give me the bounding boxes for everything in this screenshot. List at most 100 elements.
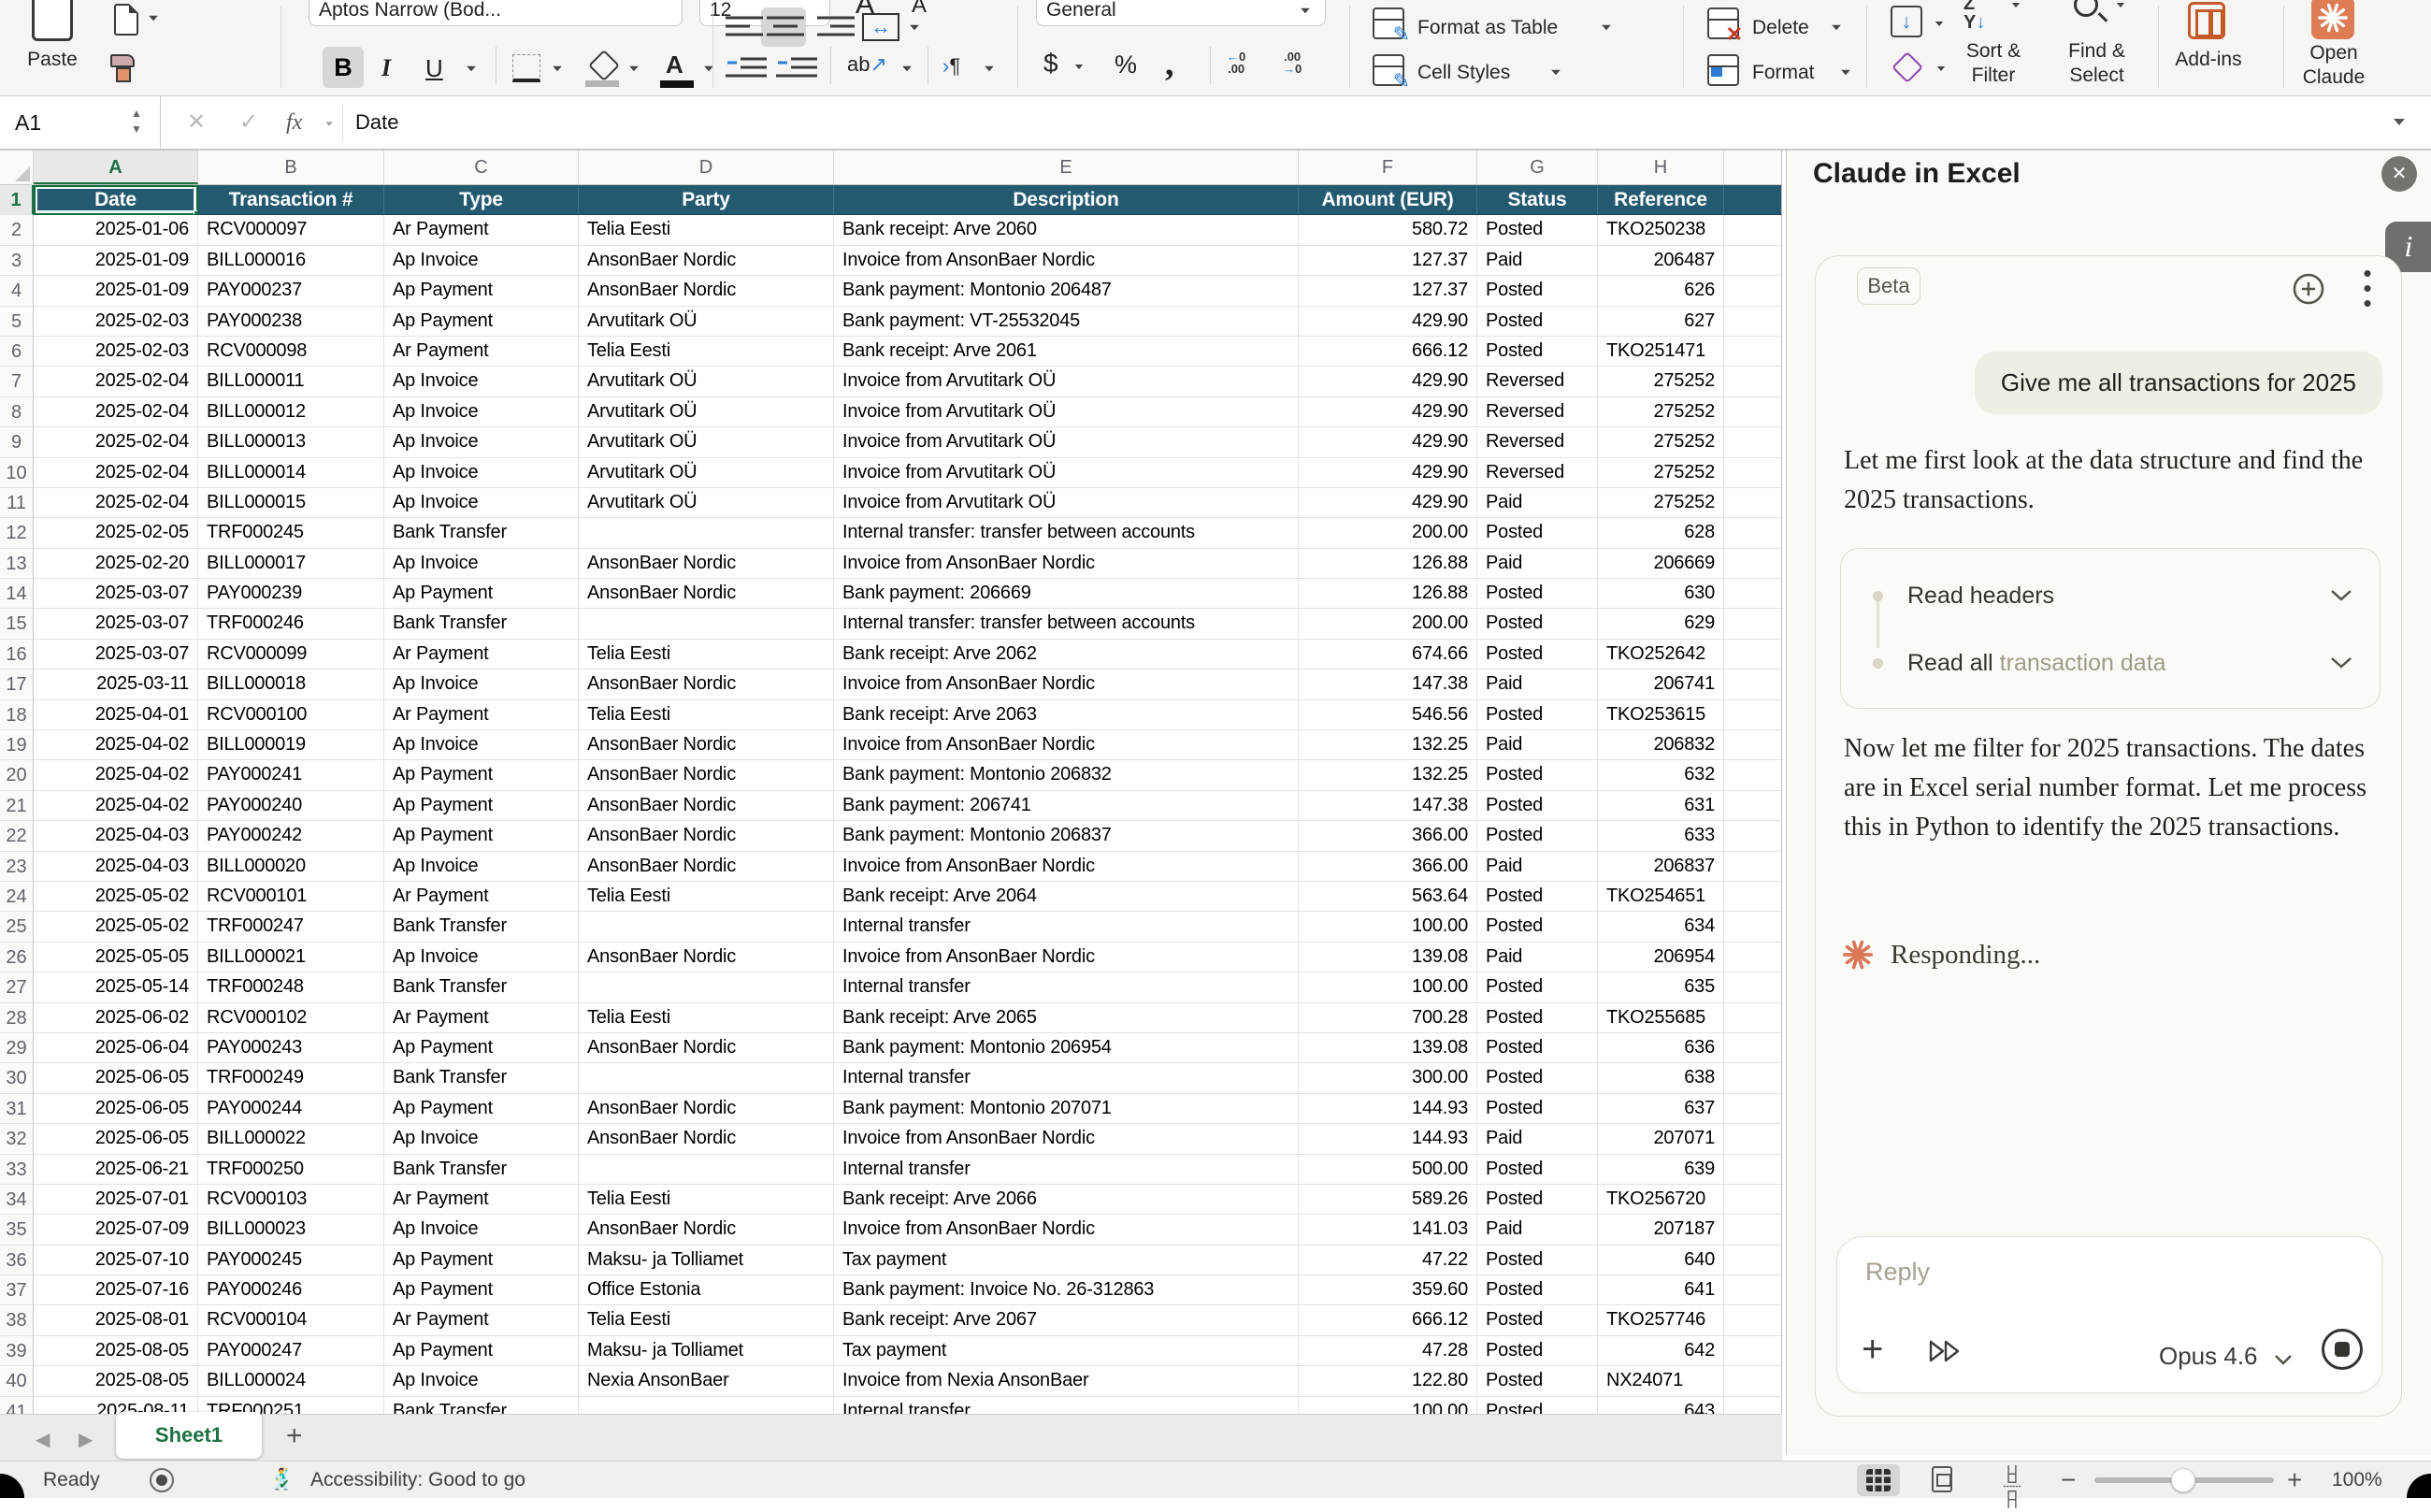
cell-H21[interactable]: 631 [1598,791,1724,821]
cell-B25[interactable]: TRF000247 [198,912,384,942]
cell-G33[interactable]: Posted [1477,1155,1598,1185]
tool-step-2[interactable]: Read all transaction data [1841,637,2380,689]
cell-E16[interactable]: Bank receipt: Arve 2062 [834,640,1299,670]
cell-F5[interactable]: 429.90 [1299,307,1477,337]
cell-E5[interactable]: Bank payment: VT-25532045 [834,307,1299,337]
add-ins-button[interactable]: Add-ins [2162,49,2255,71]
cell-D15[interactable] [579,609,834,639]
align-right-icon[interactable] [817,15,855,41]
cell-B26[interactable]: BILL000021 [198,943,384,972]
cell-D17[interactable]: AnsonBaer Nordic [579,670,834,699]
cell-F33[interactable]: 500.00 [1299,1155,1477,1185]
text-direction-dropdown-icon[interactable] [985,66,994,72]
sort-filter-button[interactable]: Sort & Filter [1947,39,2040,88]
cell-D36[interactable]: Maksu- ja Tolliamet [579,1246,834,1275]
cell-B11[interactable]: BILL000015 [198,488,384,518]
cell-F29[interactable]: 139.08 [1299,1033,1477,1063]
cell-E23[interactable]: Invoice from AnsonBaer Nordic [834,852,1299,882]
underline-button[interactable]: U [425,54,443,83]
cell-B36[interactable]: PAY000245 [198,1246,384,1275]
cell-H34[interactable]: TKO256720 [1598,1185,1724,1215]
cell-empty[interactable] [1724,215,1782,245]
fill-color-dropdown-icon[interactable] [629,66,639,72]
cell-B5[interactable]: PAY000238 [198,307,384,337]
cell-B19[interactable]: BILL000019 [198,730,384,760]
macro-record-icon[interactable] [150,1468,174,1492]
cell-E20[interactable]: Bank payment: Montonio 206832 [834,760,1299,790]
cell-empty[interactable] [1724,1336,1782,1366]
cell-C8[interactable]: Ap Invoice [384,397,579,427]
cell-A35[interactable]: 2025-07-09 [34,1215,198,1245]
row-header-29[interactable]: 29 [0,1033,34,1063]
cell-A13[interactable]: 2025-02-20 [34,549,198,579]
cell-H19[interactable]: 206832 [1598,730,1724,760]
chevron-down-icon[interactable] [2329,588,2353,603]
fast-forward-icon[interactable] [1927,1338,1964,1369]
cell-F18[interactable]: 546.56 [1299,700,1477,730]
cell-A33[interactable]: 2025-06-21 [34,1155,198,1185]
cell-A32[interactable]: 2025-06-05 [34,1124,198,1154]
zoom-out-icon[interactable]: − [2061,1462,2076,1498]
cell-C9[interactable]: Ap Invoice [384,427,579,457]
cell-B18[interactable]: RCV000100 [198,700,384,730]
cell-A36[interactable]: 2025-07-10 [34,1246,198,1275]
row-header-32[interactable]: 32 [0,1124,34,1154]
cell-G4[interactable]: Posted [1477,276,1598,306]
cell-H40[interactable]: NX24071 [1598,1366,1724,1396]
cell-F16[interactable]: 674.66 [1299,640,1477,670]
cell-empty[interactable] [1724,1003,1782,1033]
row-header-35[interactable]: 35 [0,1215,34,1245]
cell-D33[interactable] [579,1155,834,1185]
cell-C5[interactable]: Ap Payment [384,307,579,337]
column-header-C[interactable]: C [384,151,579,184]
cell-empty[interactable] [1724,367,1782,396]
cell-C36[interactable]: Ap Payment [384,1246,579,1275]
cell-empty[interactable] [1724,609,1782,639]
fill-dropdown-icon[interactable] [1935,22,1943,26]
cell-D3[interactable]: AnsonBaer Nordic [579,246,834,276]
cell-E14[interactable]: Bank payment: 206669 [834,579,1299,609]
cell-F8[interactable]: 429.90 [1299,397,1477,427]
cell-E40[interactable]: Invoice from Nexia AnsonBaer [834,1366,1299,1396]
cell-B33[interactable]: TRF000250 [198,1155,384,1185]
select-all-corner[interactable] [0,151,34,184]
column-header-H[interactable]: H [1598,151,1724,184]
cell-B23[interactable]: BILL000020 [198,852,384,882]
fill-handle[interactable] [194,210,198,215]
cell-E34[interactable]: Bank receipt: Arve 2066 [834,1185,1299,1215]
paste-button[interactable]: Paste [24,49,80,71]
cell-empty[interactable] [1724,943,1782,972]
cell-empty[interactable] [1724,185,1782,215]
row-header-31[interactable]: 31 [0,1094,34,1124]
cell-D41[interactable] [579,1397,834,1414]
cell-empty[interactable] [1724,488,1782,518]
cell-G13[interactable]: Paid [1477,549,1598,579]
align-center-icon[interactable] [767,15,804,41]
cell-E7[interactable]: Invoice from Arvutitark OÜ [834,367,1299,396]
cell-E9[interactable]: Invoice from Arvutitark OÜ [834,427,1299,457]
cell-E2[interactable]: Bank receipt: Arve 2060 [834,215,1299,245]
cell-D23[interactable]: AnsonBaer Nordic [579,852,834,882]
cell-H7[interactable]: 275252 [1598,367,1724,396]
cell-C23[interactable]: Ap Invoice [384,852,579,882]
formula-input[interactable]: Date [355,96,398,149]
cell-empty[interactable] [1724,1397,1782,1414]
column-header-A[interactable]: A [34,151,198,184]
cell-F30[interactable]: 300.00 [1299,1063,1477,1093]
column-header-E[interactable]: E [834,151,1299,184]
cell-C15[interactable]: Bank Transfer [384,609,579,639]
currency-dropdown-icon[interactable] [1075,65,1083,69]
cell-A18[interactable]: 2025-04-01 [34,700,198,730]
cell-empty[interactable] [1724,549,1782,579]
cell-D25[interactable] [579,912,834,942]
cell-B28[interactable]: RCV000102 [198,1003,384,1033]
cell-E1[interactable]: Description [834,185,1299,215]
cell-A17[interactable]: 2025-03-11 [34,670,198,699]
cell-F36[interactable]: 47.22 [1299,1246,1477,1275]
cell-C24[interactable]: Ar Payment [384,882,579,912]
cell-H11[interactable]: 275252 [1598,488,1724,518]
cell-E12[interactable]: Internal transfer: transfer between acco… [834,518,1299,548]
cell-E10[interactable]: Invoice from Arvutitark OÜ [834,458,1299,488]
row-header-16[interactable]: 16 [0,640,34,670]
cell-F38[interactable]: 666.12 [1299,1305,1477,1335]
